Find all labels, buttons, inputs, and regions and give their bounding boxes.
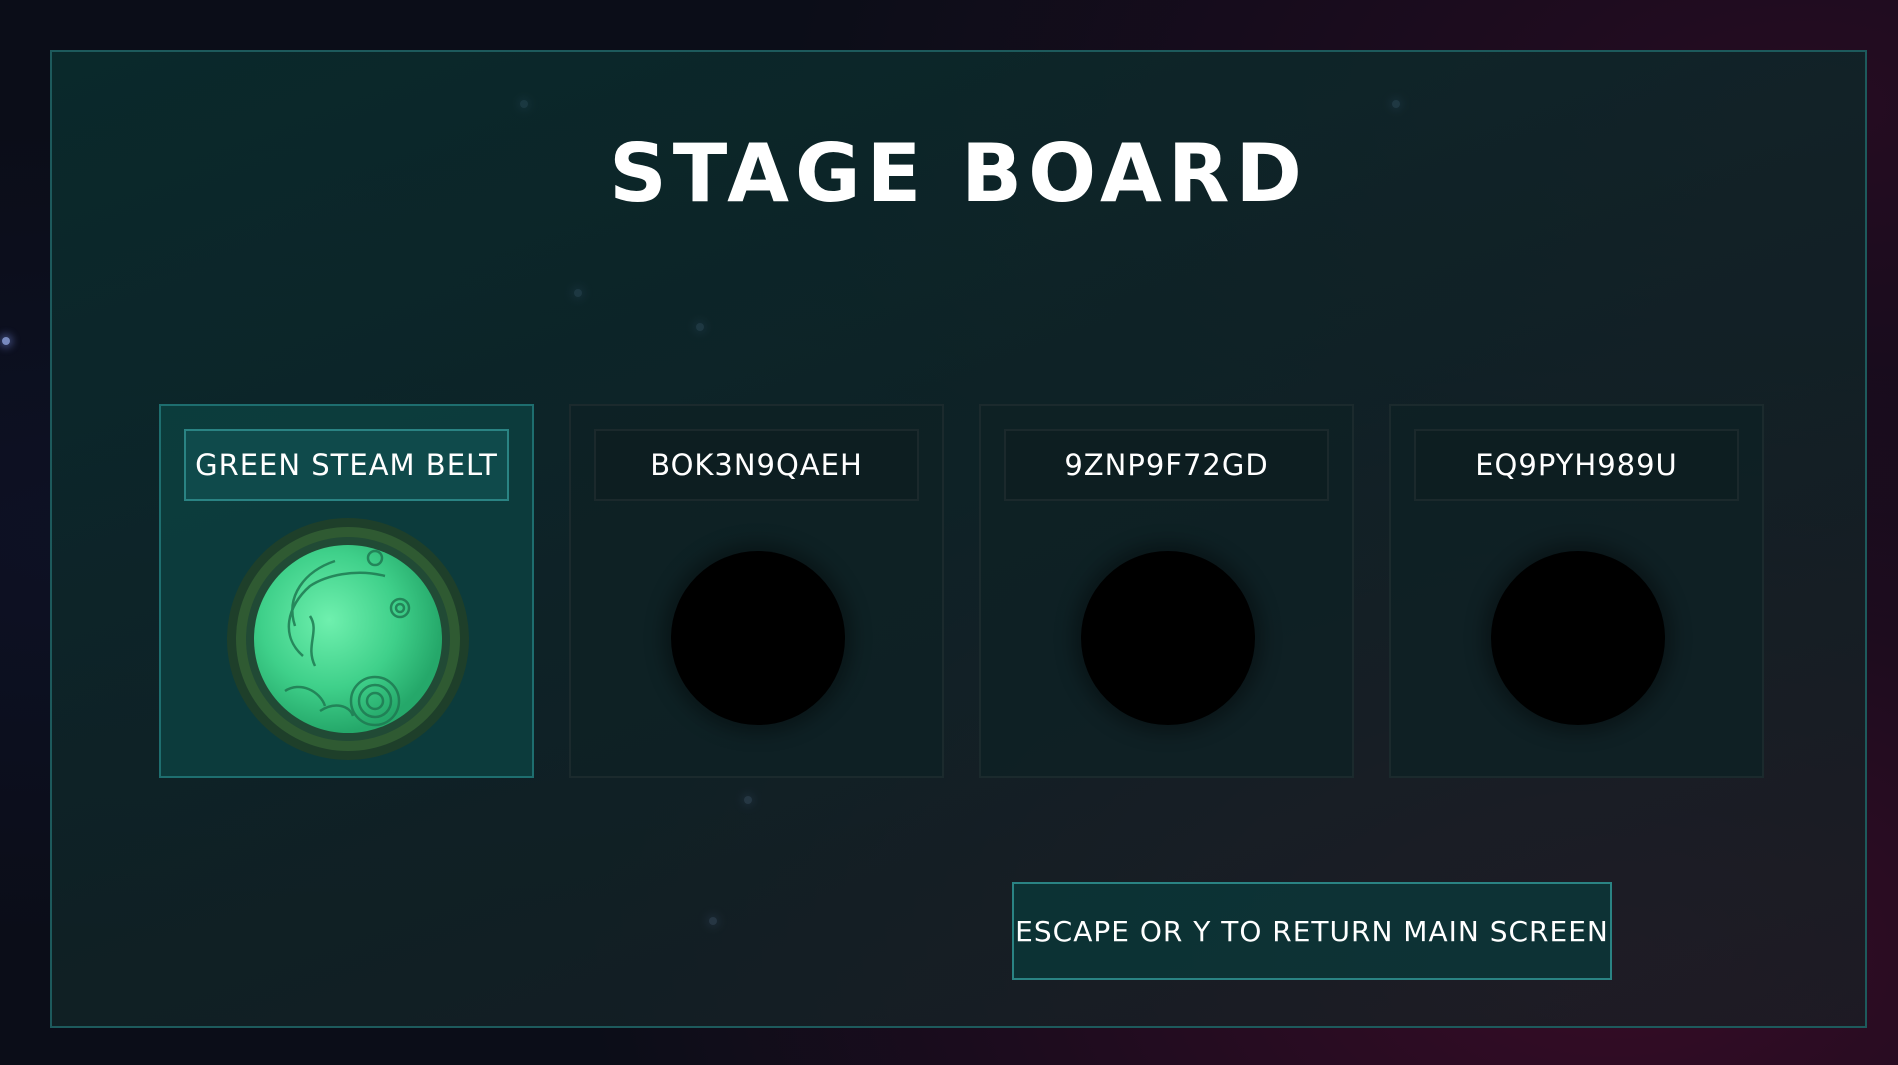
stage-card-locked[interactable]: 9ZNP9F72GD — [979, 404, 1354, 778]
stage-card-locked[interactable]: BOK3N9QAEH — [569, 404, 944, 778]
stage-board-panel: STAGE BOARD GREEN STEAM BELT BOK3N9QAEH … — [50, 50, 1867, 1028]
stage-card-green-steam-belt[interactable]: GREEN STEAM BELT — [159, 404, 534, 778]
dark-planet-slot — [1491, 551, 1665, 725]
stage-card-label: EQ9PYH989U — [1414, 429, 1739, 501]
dark-planet-slot — [1081, 551, 1255, 725]
dark-planet-slot — [671, 551, 845, 725]
page-title: STAGE BOARD — [609, 127, 1308, 220]
green-planet-icon — [227, 518, 469, 760]
stage-card-label: BOK3N9QAEH — [594, 429, 919, 501]
stage-card-locked[interactable]: EQ9PYH989U — [1389, 404, 1764, 778]
stage-card-label: 9ZNP9F72GD — [1004, 429, 1329, 501]
return-main-screen-button[interactable]: ESCAPE OR Y TO RETURN MAIN SCREEN — [1012, 882, 1612, 980]
stage-card-label: GREEN STEAM BELT — [184, 429, 509, 501]
background-star — [2, 337, 10, 345]
